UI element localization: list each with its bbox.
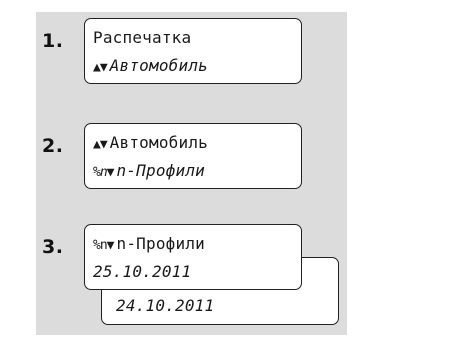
menu-item-label: n-Профили	[116, 234, 205, 253]
display-line-2: ▲▼ Автомобиль	[93, 56, 208, 75]
display-line-1: %n▼ n-Профили	[93, 234, 205, 253]
up-down-arrows-icon: ▲▼	[93, 60, 108, 75]
menu-item-label: Автомобиль	[109, 133, 208, 152]
display-step-2: ▲▼ Автомобиль %n▼ n-Профили	[84, 123, 302, 189]
display-step-3-front: %n▼ n-Профили 25.10.2011	[84, 224, 302, 290]
up-down-arrows-icon: ▲▼	[93, 137, 108, 152]
profile-arrow-icon: %n▼	[93, 165, 115, 180]
step-number-2: 2.	[42, 135, 64, 157]
display-line-2: %n▼ n-Профили	[93, 161, 205, 180]
step-number-3: 3.	[42, 236, 64, 258]
display-line-1: Распечатка	[93, 28, 192, 47]
menu-item-label: Автомобиль	[109, 56, 208, 75]
step-number-1: 1.	[42, 30, 64, 52]
menu-item-label: n-Профили	[116, 161, 205, 180]
display-line-2: 25.10.2011	[93, 262, 192, 281]
profile-arrow-icon: %n▼	[93, 238, 115, 253]
display-step-1: Распечатка ▲▼ Автомобиль	[84, 18, 302, 84]
display-line-3: 24.10.2011	[116, 296, 215, 315]
display-line-1: ▲▼ Автомобиль	[93, 133, 208, 152]
